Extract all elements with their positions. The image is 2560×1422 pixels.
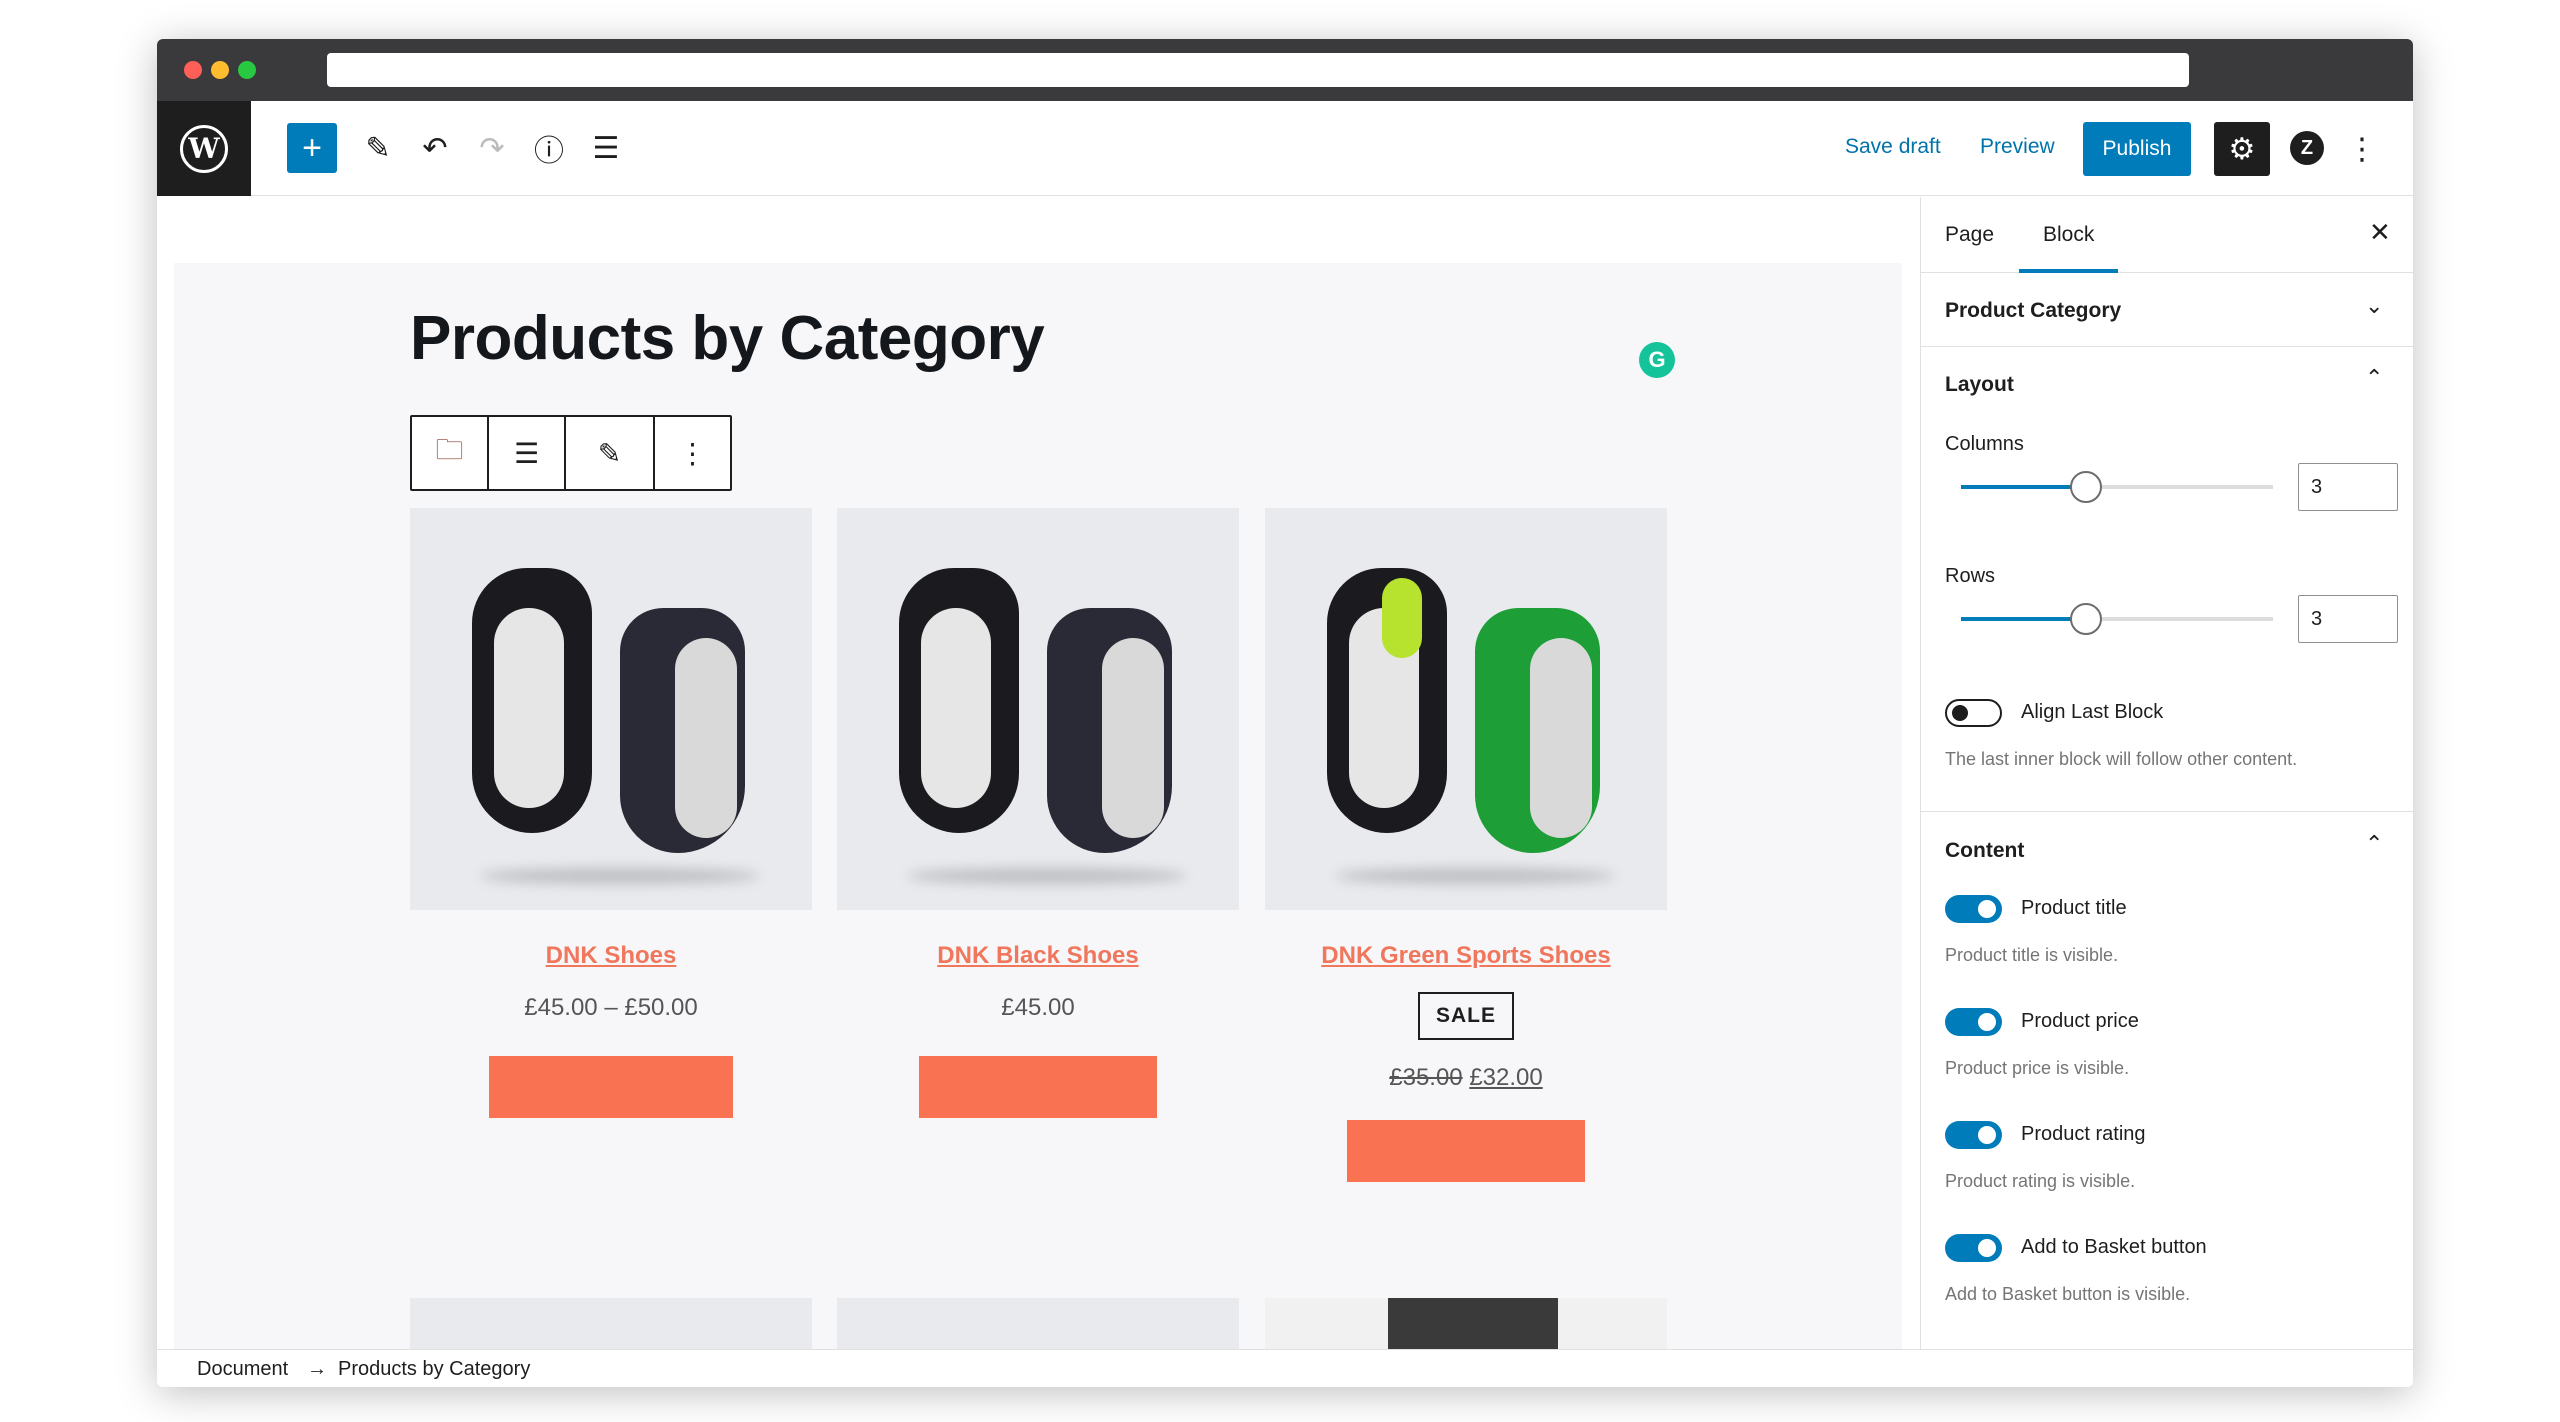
info-icon: ⓘ (534, 135, 564, 168)
product-card: DNK Green Sports Shoes SALE £35.00 £32.0… (1265, 508, 1667, 1182)
editor-top-toolbar: W + ✎ ↶ ↷ ⓘ ☰ Save draft Preview Publish… (157, 101, 2413, 196)
undo-icon: ↶ (422, 131, 448, 165)
panel-title[interactable]: Layout (1945, 373, 2014, 397)
old-price: £35.00 (1389, 1064, 1463, 1091)
toggle-label: Product price (2021, 1010, 2139, 1032)
product-name-link[interactable]: DNK Green Sports Shoes (1265, 942, 1667, 970)
panel-title: Product Category (1945, 299, 2122, 322)
product-price: £35.00 £32.00 (1265, 1064, 1667, 1092)
product-image[interactable] (837, 508, 1239, 910)
new-price: £32.00 (1469, 1064, 1543, 1091)
rows-label: Rows (1945, 565, 1996, 587)
add-block-button[interactable]: + (287, 123, 337, 173)
toggle-help: Add to Basket button is visible. (1945, 1284, 2191, 1304)
toggle-label: Align Last Block (2021, 701, 2164, 723)
browser-window: W + ✎ ↶ ↷ ⓘ ☰ Save draft Preview Publish… (157, 39, 2413, 1387)
product-card: DNK Black Shoes £45.00 (837, 508, 1239, 1118)
block-toolbar: 🗀 ☰ ✎ ⋮ (410, 415, 732, 491)
more-options-button[interactable]: ⋮ (2347, 125, 2377, 173)
folder-icon[interactable]: 🗀 (412, 417, 489, 489)
list-view-button[interactable]: ☰ (581, 123, 631, 173)
product-title-toggle[interactable] (1945, 895, 2002, 923)
breadcrumb-current[interactable]: Products by Category (338, 1358, 530, 1381)
tools-button[interactable]: ✎ (353, 123, 403, 173)
close-window-button[interactable] (184, 61, 202, 79)
address-bar[interactable] (327, 53, 2189, 87)
gear-icon: ⚙ (2228, 132, 2256, 166)
product-name-link[interactable]: DNK Black Shoes (837, 942, 1239, 970)
product-image[interactable] (1265, 1298, 1667, 1349)
minimize-window-button[interactable] (211, 61, 229, 79)
product-image[interactable] (1265, 508, 1667, 910)
sidebar-tabs: Page Block ✕ (1921, 197, 2413, 273)
add-to-basket-button[interactable] (919, 1056, 1157, 1118)
sale-badge: SALE (1417, 992, 1514, 1040)
settings-sidebar: Page Block ✕ Product Category ⌄ Layout ⌃… (1920, 197, 2413, 1349)
settings-button[interactable]: ⚙ (2214, 122, 2270, 176)
product-card: DNK Shoes £45.00 – £50.00 (410, 508, 812, 1118)
list-view-icon: ☰ (592, 131, 620, 165)
toggle-label: Product rating (2021, 1123, 2146, 1145)
save-draft-button[interactable]: Save draft (1845, 135, 1941, 159)
arrow-right-icon: → (307, 1358, 327, 1380)
layout-panel: Layout ⌃ Columns 3 Rows 3 Align Last Blo… (1921, 347, 2413, 812)
rows-slider[interactable] (1961, 603, 2273, 635)
add-to-basket-button[interactable] (489, 1056, 733, 1118)
more-icon[interactable]: ⋮ (655, 417, 730, 489)
grammarly-icon[interactable]: G (1639, 342, 1675, 378)
product-category-panel[interactable]: Product Category ⌄ (1921, 273, 2413, 347)
product-price-toggle[interactable] (1945, 1008, 2002, 1036)
maximize-window-button[interactable] (238, 61, 256, 79)
toggle-label: Add to Basket button (2021, 1236, 2207, 1258)
details-button[interactable]: ⓘ (524, 123, 574, 173)
toggle-help: Product rating is visible. (1945, 1171, 2136, 1191)
content-panel: Content ⌃ Product title Product title is… (1921, 813, 2413, 1349)
more-vertical-icon: ⋮ (2347, 132, 2377, 166)
add-to-basket-toggle[interactable] (1945, 1234, 2002, 1262)
columns-input[interactable]: 3 (2298, 463, 2398, 511)
redo-icon: ↷ (479, 131, 505, 165)
chevron-up-icon[interactable]: ⌃ (2365, 365, 2383, 391)
plus-icon: + (302, 129, 322, 167)
tab-block[interactable]: Block (2018, 223, 2119, 273)
undo-button[interactable]: ↶ (410, 123, 460, 173)
toggle-label: Product title (2021, 897, 2127, 919)
plugin-icon: Z (2300, 136, 2314, 159)
columns-label: Columns (1945, 433, 2024, 455)
publish-button[interactable]: Publish (2083, 122, 2191, 176)
product-image[interactable] (410, 508, 812, 910)
toggle-help: Product title is visible. (1945, 945, 2119, 965)
pencil-icon: ✎ (365, 131, 391, 165)
plugin-button[interactable]: Z (2290, 131, 2324, 165)
product-rating-toggle[interactable] (1945, 1121, 2002, 1149)
product-name-link[interactable]: DNK Shoes (410, 942, 812, 970)
close-icon[interactable]: ✕ (2369, 217, 2391, 248)
product-price: £45.00 (1001, 994, 1075, 1021)
title-bar (157, 39, 2413, 101)
product-price: £45.00 – £50.00 (524, 994, 698, 1021)
add-to-basket-button[interactable] (1347, 1120, 1585, 1182)
product-image[interactable] (837, 1298, 1239, 1349)
align-icon[interactable]: ☰ (489, 417, 566, 489)
wordpress-logo-icon[interactable]: W (157, 101, 251, 196)
page-title[interactable]: Products by Category (410, 303, 1045, 374)
breadcrumb-document[interactable]: Document (197, 1358, 288, 1381)
chevron-up-icon[interactable]: ⌃ (2365, 831, 2383, 857)
breadcrumb: Document → Products by Category (157, 1349, 2413, 1387)
align-last-block-toggle[interactable] (1945, 699, 2002, 727)
product-image[interactable] (410, 1298, 812, 1349)
edit-icon[interactable]: ✎ (566, 417, 655, 489)
toggle-help: The last inner block will follow other c… (1945, 749, 2298, 769)
chevron-down-icon: ⌄ (2365, 293, 2384, 318)
preview-button[interactable]: Preview (1980, 135, 2055, 159)
editor-area: Products by Category G 🗀 ☰ ✎ ⋮ DNK Shoes… (157, 197, 1919, 1349)
toggle-help: Product price is visible. (1945, 1058, 2130, 1078)
redo-button[interactable]: ↷ (467, 123, 517, 173)
columns-slider[interactable] (1961, 471, 2273, 503)
panel-title[interactable]: Content (1945, 839, 2024, 863)
tab-page[interactable]: Page (1945, 223, 1994, 247)
rows-input[interactable]: 3 (2298, 595, 2398, 643)
editor-canvas: Products by Category G 🗀 ☰ ✎ ⋮ DNK Shoes… (174, 263, 1902, 1349)
